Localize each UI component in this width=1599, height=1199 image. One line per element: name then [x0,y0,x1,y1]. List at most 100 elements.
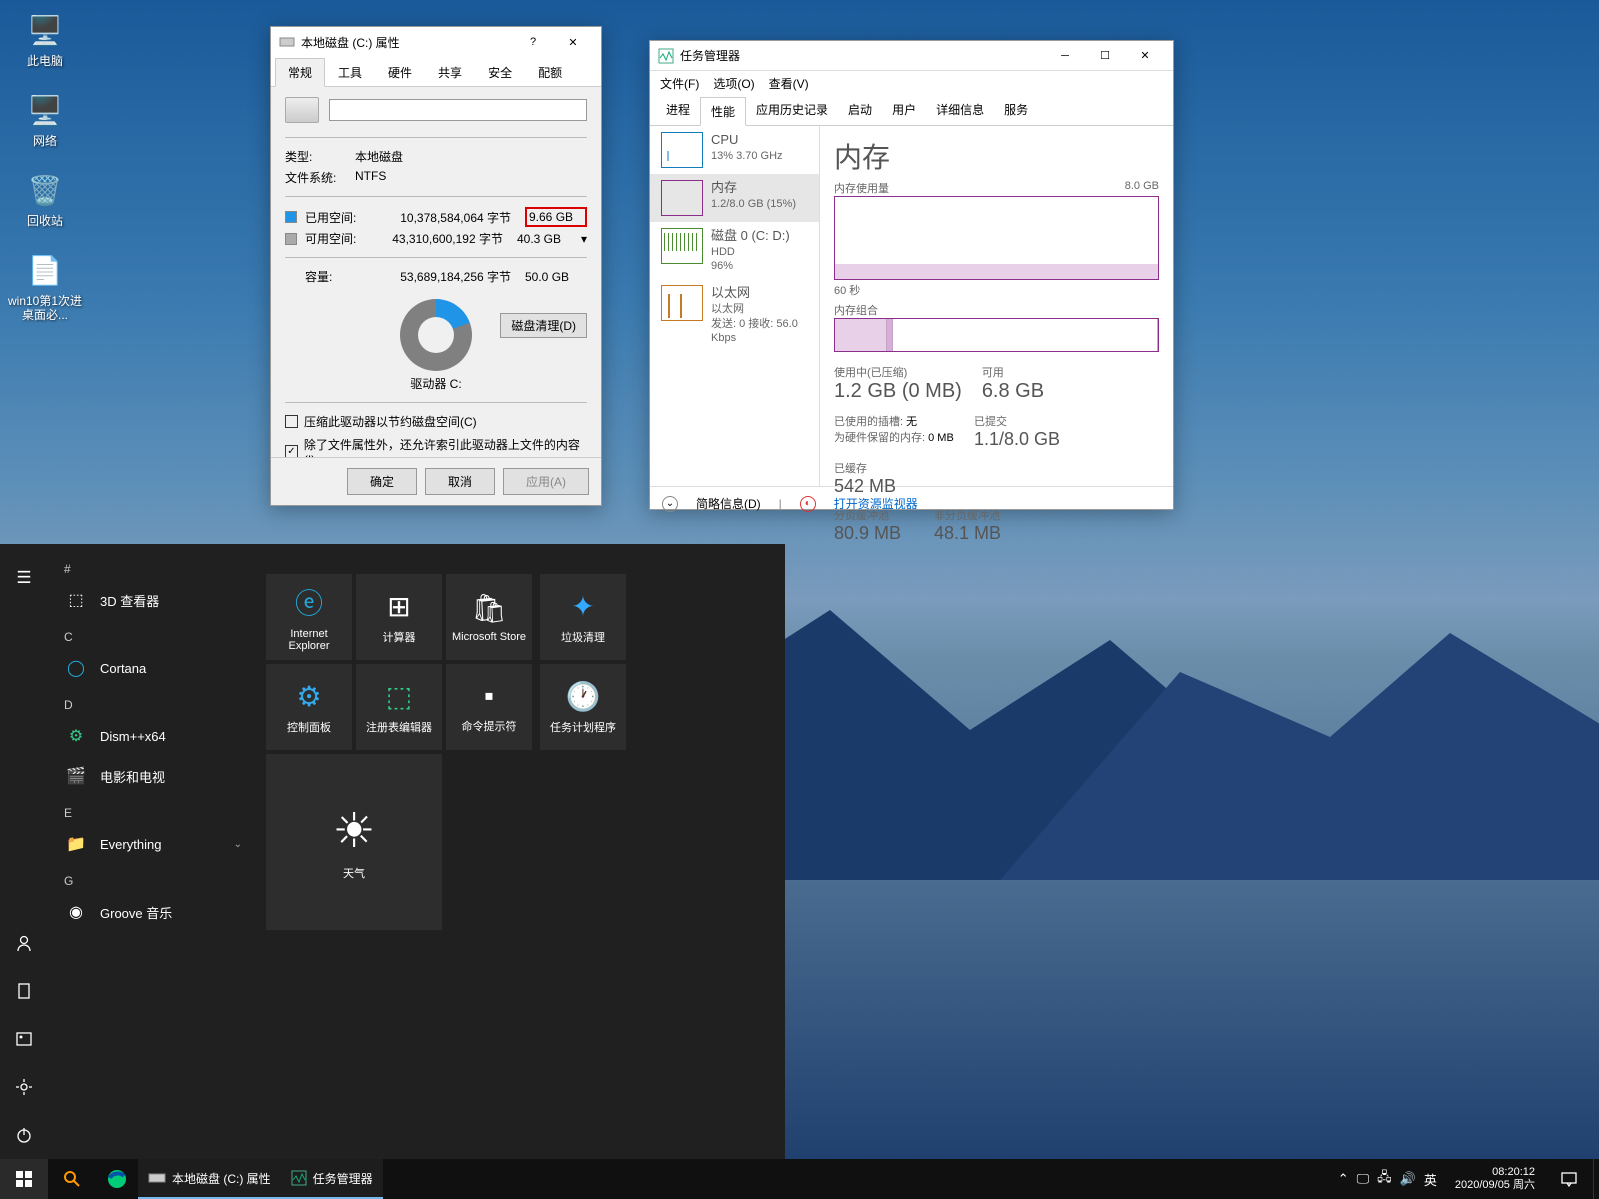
tab-details[interactable]: 详细信息 [926,96,994,125]
app-cortana[interactable]: ◯Cortana [52,648,254,688]
titlebar[interactable]: 本地磁盘 (C:) 属性 ? ✕ [271,27,601,57]
tab-tools[interactable]: 工具 [325,58,375,87]
tab-startup[interactable]: 启动 [838,96,882,125]
tray-volume-icon[interactable]: 🔊 [1400,1171,1416,1187]
ok-button[interactable]: 确定 [347,468,417,495]
control-panel-icon: ⚙ [296,680,321,713]
tile-store[interactable]: 🛍Microsoft Store [446,574,532,660]
letter-c[interactable]: C [52,620,254,648]
letter-e[interactable]: E [52,796,254,824]
desktop-network[interactable]: 🖥️ 网络 [5,90,85,148]
cancel-button[interactable]: 取消 [425,468,495,495]
help-button[interactable]: ? [513,27,553,57]
sidebar-memory[interactable]: 内存1.2/8.0 GB (15%) [650,174,819,222]
cpu-mini-graph [661,132,703,168]
tab-general[interactable]: 常规 [275,58,325,87]
apply-button[interactable]: 应用(A) [503,468,589,495]
free-bytes: 43,310,600,192 字节 [361,230,517,247]
minimize-button[interactable]: ─ [1045,41,1085,71]
memory-usage-graph[interactable] [834,196,1159,280]
tab-performance[interactable]: 性能 [700,97,746,126]
letter-hash[interactable]: # [52,552,254,580]
app-movies-tv[interactable]: 🎬电影和电视 [52,756,254,796]
type-value: 本地磁盘 [355,148,587,165]
tab-security[interactable]: 安全 [475,58,525,87]
tab-sharing[interactable]: 共享 [425,58,475,87]
tab-users[interactable]: 用户 [882,96,926,125]
tile-calculator[interactable]: ⊞计算器 [356,574,442,660]
tile-regedit[interactable]: ⬚注册表编辑器 [356,664,442,750]
action-center-button[interactable] [1545,1159,1593,1199]
app-3d-viewer[interactable]: ⬚3D 查看器 [52,580,254,620]
start-expand-button[interactable]: ☰ [0,554,48,602]
desktop-recycle-bin[interactable]: 🗑️ 回收站 [5,170,85,228]
tray-network-icon[interactable]: 🖧 [1377,1168,1392,1190]
space-pie-chart [400,299,472,371]
drive-large-icon [285,97,319,123]
desktop-this-pc[interactable]: 🖥️ 此电脑 [5,10,85,68]
app-dism[interactable]: ⚙Dism++x64 [52,716,254,756]
tab-hardware[interactable]: 硬件 [375,58,425,87]
tile-cmd[interactable]: ▪命令提示符 [446,664,532,750]
taskbar-edge[interactable] [96,1159,138,1199]
rail-documents[interactable] [0,967,48,1015]
rail-power[interactable] [0,1111,48,1159]
tray-display-icon[interactable]: 🖵 [1357,1171,1370,1187]
tile-control-panel[interactable]: ⚙控制面板 [266,664,352,750]
tile-weather[interactable]: ☀天气 [266,754,442,930]
sidebar-cpu[interactable]: CPU13% 3.70 GHz [650,126,819,174]
tab-processes[interactable]: 进程 [656,96,700,125]
tiles-area: ⓔInternet Explorer ⊞计算器 🛍Microsoft Store… [258,544,785,1159]
sidebar-disk[interactable]: 磁盘 0 (C: D:)HDD96% [650,222,819,279]
free-color-icon [285,233,297,245]
tray-chevron-up-icon[interactable]: ⌃ [1338,1171,1349,1187]
cube-icon: ⬚ [64,588,88,612]
tab-quota[interactable]: 配额 [525,58,575,87]
rail-settings[interactable] [0,1063,48,1111]
rail-user[interactable] [0,919,48,967]
disk-cleanup-button[interactable]: 磁盘清理(D) [500,313,587,338]
rail-pictures[interactable] [0,1015,48,1063]
close-button[interactable]: ✕ [553,27,593,57]
close-button[interactable]: ✕ [1125,41,1165,71]
search-button[interactable] [48,1159,96,1199]
app-groove[interactable]: ◉Groove 音乐 [52,892,254,932]
drive-properties-window: 本地磁盘 (C:) 属性 ? ✕ 常规 工具 硬件 共享 安全 配额 类型:本地… [270,26,602,506]
letter-d[interactable]: D [52,688,254,716]
cortana-icon: ◯ [64,656,88,680]
maximize-button[interactable]: ☐ [1085,41,1125,71]
letter-g[interactable]: G [52,864,254,892]
sidebar-ethernet[interactable]: 以太网以太网发送: 0 接收: 56.0 Kbps [650,279,819,351]
chevron-down-icon: ⌄ [234,839,242,850]
pie-label: 驱动器 C: [285,375,587,392]
menu-options[interactable]: 选项(O) [713,75,754,92]
tile-ie[interactable]: ⓔInternet Explorer [266,574,352,660]
taskbar-app-taskmgr[interactable]: 任务管理器 [281,1159,383,1199]
music-icon: ◉ [64,900,88,924]
compress-checkbox[interactable] [285,415,298,428]
collapse-icon[interactable]: ⌄ [662,496,678,512]
open-resmon-link[interactable]: 打开资源监视器 [834,495,918,512]
tab-app-history[interactable]: 应用历史记录 [746,96,838,125]
sun-icon: ☀ [332,803,375,859]
start-button[interactable] [0,1159,48,1199]
brief-info-link[interactable]: 简略信息(D) [696,495,761,512]
menu-view[interactable]: 查看(V) [769,75,809,92]
free-label: 可用空间: [305,230,361,247]
stat-in-use: 1.2 GB (0 MB) [834,380,962,403]
taskbar-clock[interactable]: 08:20:12 2020/09/05 周六 [1445,1166,1545,1192]
tile-task-scheduler[interactable]: 🕐任务计划程序 [540,664,626,750]
taskbar-app-properties[interactable]: 本地磁盘 (C:) 属性 [138,1159,281,1199]
titlebar[interactable]: 任务管理器 ─ ☐ ✕ [650,41,1173,71]
tray-ime[interactable]: 英 [1424,1170,1437,1189]
drive-name-input[interactable] [329,99,587,121]
desktop-text-file[interactable]: 📄 win10第1次进桌面必... [5,250,85,323]
perf-title: 内存 [834,136,1159,176]
memory-composition-graph[interactable] [834,318,1159,352]
tile-cleanup[interactable]: ✦垃圾清理 [540,574,626,660]
app-everything[interactable]: 📁Everything⌄ [52,824,254,864]
clapper-icon: 🎬 [64,764,88,788]
menu-file[interactable]: 文件(F) [660,75,699,92]
tab-services[interactable]: 服务 [994,96,1038,125]
show-desktop-button[interactable] [1593,1159,1599,1199]
